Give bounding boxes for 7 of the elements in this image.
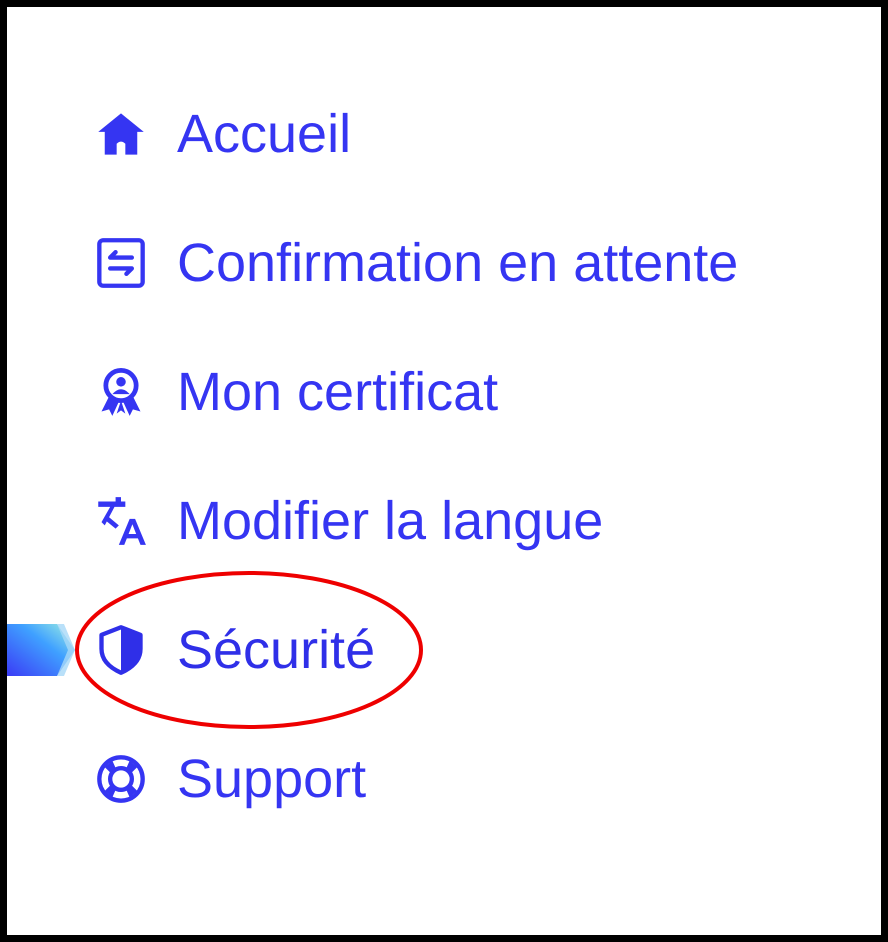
menu-item[interactable]: Mon certificat: [91, 360, 502, 422]
menu-item[interactable]: Confirmation en attente: [91, 232, 742, 294]
lifebuoy-icon: [95, 752, 147, 804]
swap-arrows-icon: [95, 236, 147, 288]
menu-item[interactable]: Accueil: [91, 102, 356, 164]
menu-item[interactable]: Support: [91, 748, 370, 810]
menu-item[interactable]: Modifier la langue: [91, 490, 608, 552]
